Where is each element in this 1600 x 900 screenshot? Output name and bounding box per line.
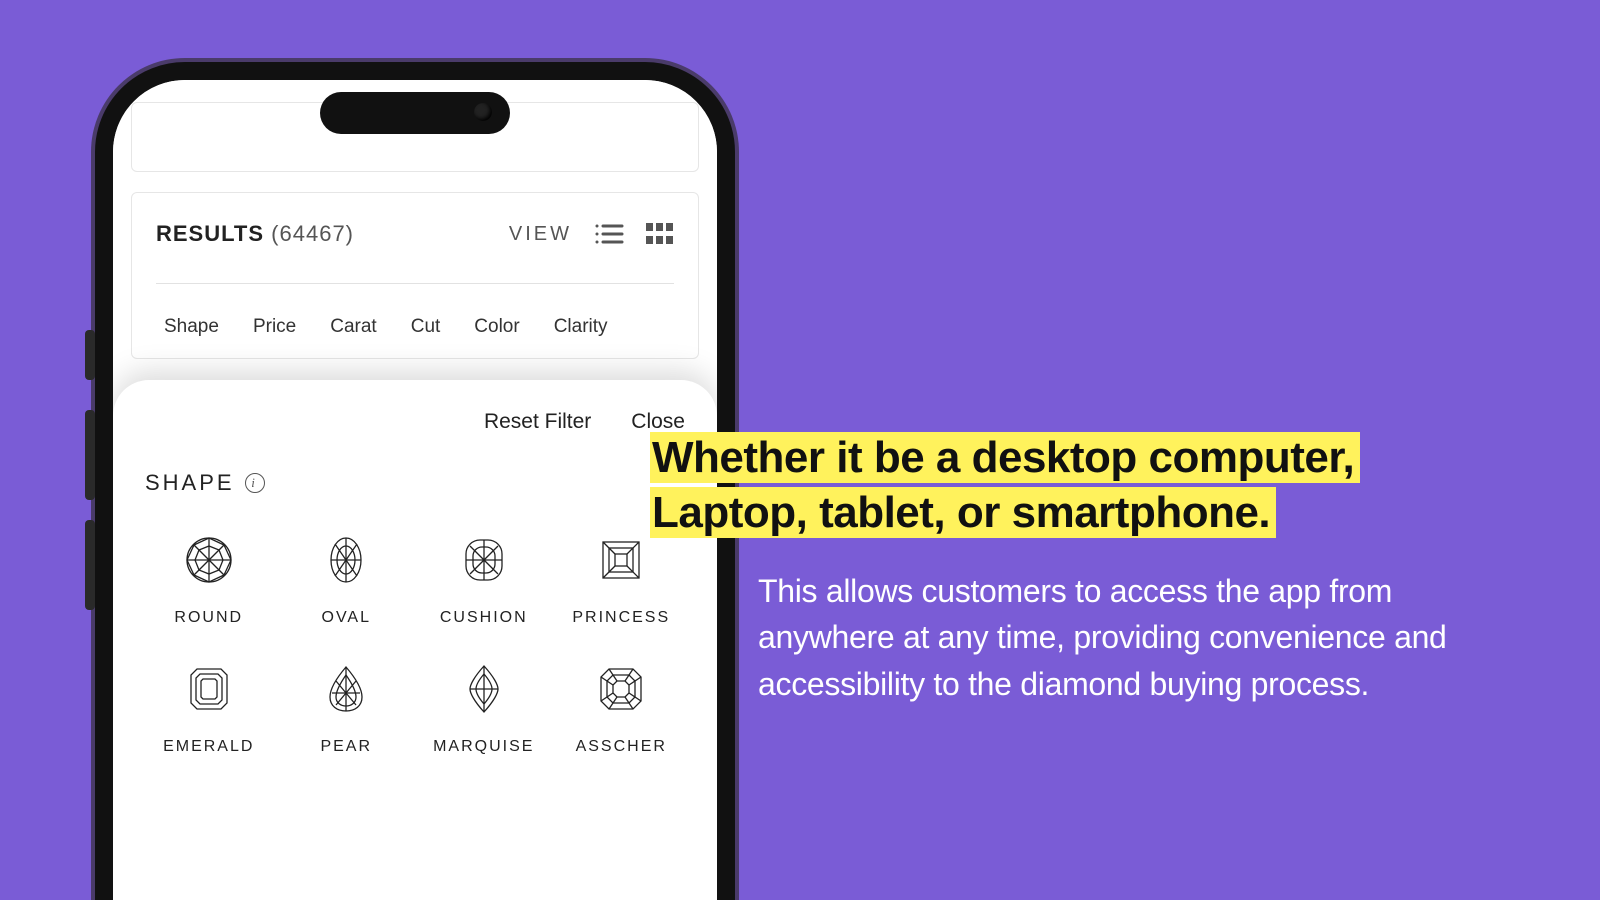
phone-side-button bbox=[85, 410, 95, 500]
tab-cut[interactable]: Cut bbox=[411, 316, 441, 338]
body-text: This allows customers to access the app … bbox=[758, 568, 1478, 707]
marquise-diamond-icon bbox=[458, 663, 510, 720]
shape-label: ROUND bbox=[174, 609, 243, 627]
tab-clarity[interactable]: Clarity bbox=[554, 316, 608, 338]
phone-notch bbox=[320, 92, 510, 134]
marketing-copy: Whether it be a desktop computer, Laptop… bbox=[650, 430, 1520, 707]
tab-shape[interactable]: Shape bbox=[164, 316, 219, 338]
shape-emerald[interactable]: EMERALD bbox=[145, 663, 273, 756]
reset-filter-button[interactable]: Reset Filter bbox=[484, 410, 591, 434]
results-heading: RESULTS (64467) bbox=[156, 221, 354, 247]
tab-color[interactable]: Color bbox=[474, 316, 519, 338]
shape-label: MARQUISE bbox=[433, 738, 534, 756]
round-diamond-icon bbox=[183, 534, 235, 591]
phone-frame: RESULTS (64467) VIEW bbox=[95, 62, 735, 900]
results-count: (64467) bbox=[271, 221, 354, 246]
phone-screen: RESULTS (64467) VIEW bbox=[113, 80, 717, 900]
grid-view-icon[interactable] bbox=[646, 223, 674, 245]
tab-price[interactable]: Price bbox=[253, 316, 296, 338]
phone-side-button bbox=[85, 520, 95, 610]
princess-diamond-icon bbox=[595, 534, 647, 591]
pear-diamond-icon bbox=[320, 663, 372, 720]
shape-marquise[interactable]: MARQUISE bbox=[420, 663, 548, 756]
tab-carat[interactable]: Carat bbox=[330, 316, 376, 338]
shape-label: EMERALD bbox=[163, 738, 254, 756]
shape-round[interactable]: ROUND bbox=[145, 534, 273, 627]
headline: Whether it be a desktop computer, Laptop… bbox=[650, 430, 1520, 540]
cushion-diamond-icon bbox=[458, 534, 510, 591]
asscher-diamond-icon bbox=[595, 663, 647, 720]
shape-cushion[interactable]: CUSHION bbox=[420, 534, 548, 627]
phone-side-button bbox=[85, 330, 95, 380]
shape-label: CUSHION bbox=[440, 609, 528, 627]
results-card: RESULTS (64467) VIEW bbox=[131, 192, 699, 359]
divider bbox=[156, 283, 674, 284]
shape-oval[interactable]: OVAL bbox=[283, 534, 411, 627]
headline-line-1: Whether it be a desktop computer, bbox=[650, 432, 1360, 483]
info-icon[interactable]: i bbox=[245, 473, 265, 493]
shape-grid: ROUND OVAL bbox=[145, 534, 685, 756]
sheet-title: SHAPE bbox=[145, 470, 235, 496]
filter-sheet: Reset Filter Close SHAPE i bbox=[113, 380, 717, 900]
shape-label: OVAL bbox=[322, 609, 372, 627]
shape-label: PEAR bbox=[320, 738, 372, 756]
filter-tabs: Shape Price Carat Cut Color Clarity bbox=[156, 316, 674, 338]
view-label: VIEW bbox=[509, 223, 572, 246]
list-view-icon[interactable] bbox=[594, 222, 624, 246]
results-label: RESULTS bbox=[156, 221, 264, 246]
shape-label: ASSCHER bbox=[576, 738, 667, 756]
headline-line-2: Laptop, tablet, or smartphone. bbox=[650, 487, 1276, 538]
emerald-diamond-icon bbox=[183, 663, 235, 720]
shape-pear[interactable]: PEAR bbox=[283, 663, 411, 756]
oval-diamond-icon bbox=[320, 534, 372, 591]
